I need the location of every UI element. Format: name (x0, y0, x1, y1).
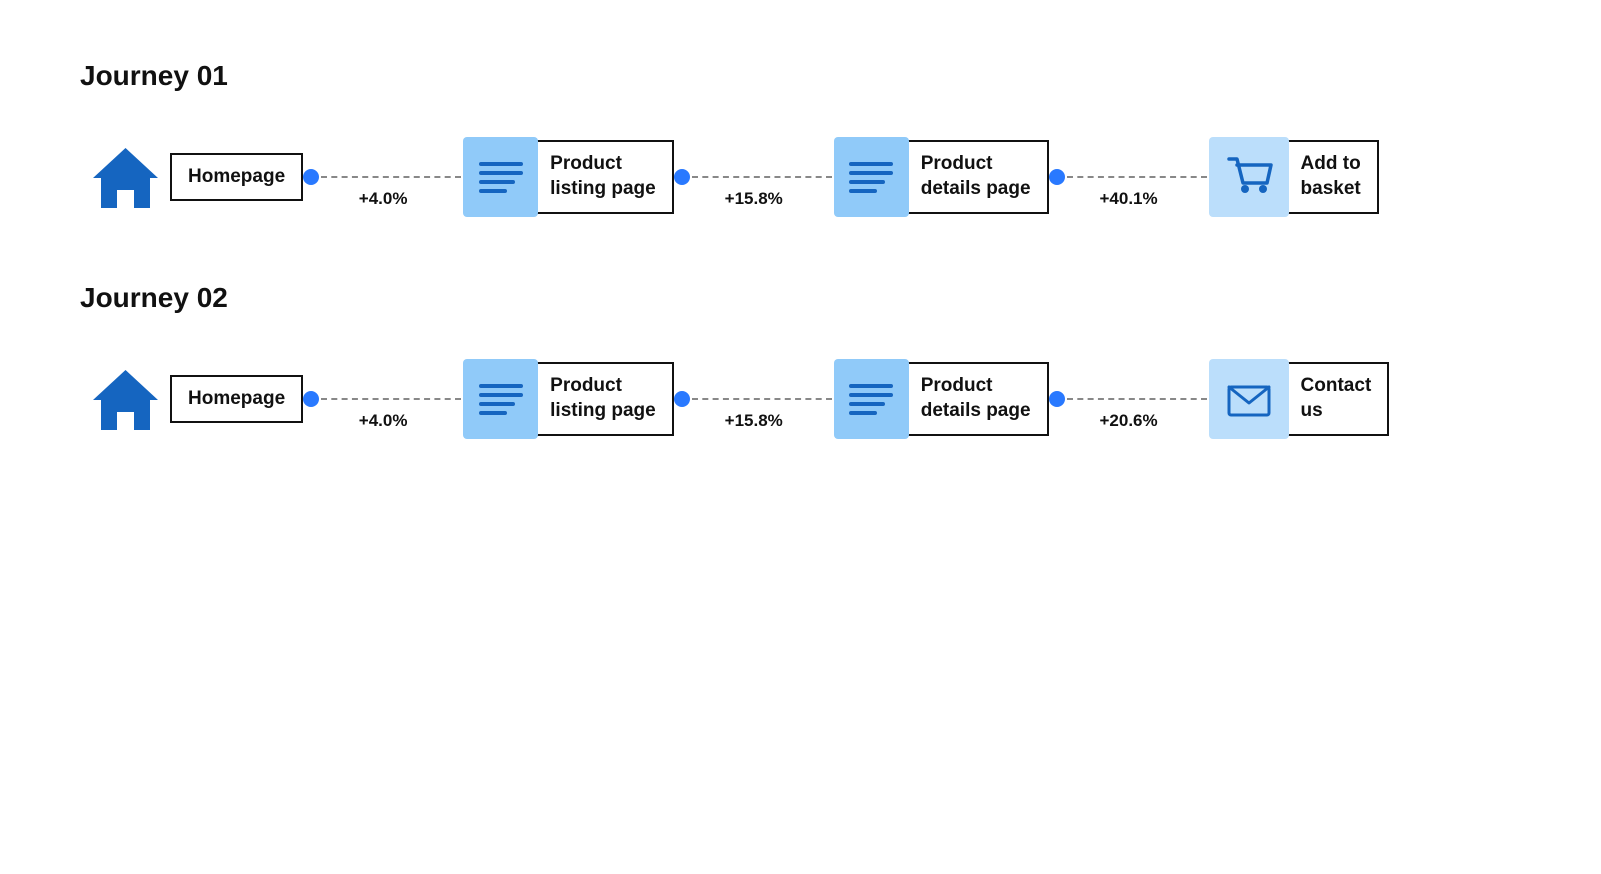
connector-j2-1: +4.0% (303, 389, 463, 409)
journey-02-node-contact: Contactus (1209, 359, 1390, 439)
connector-line-j2-3 (1067, 398, 1207, 400)
connector-percent-1: +4.0% (359, 189, 408, 209)
journey-01-section: Journey 01 Homepage +4.0% (80, 60, 1521, 222)
contact-label: Contactus (1283, 362, 1390, 435)
cart-icon (1209, 137, 1289, 217)
journey-02-title: Journey 02 (80, 282, 1521, 314)
connector-percent-j2-2: +15.8% (725, 411, 783, 431)
email-icon (1209, 359, 1289, 439)
listing-page-icon-2 (463, 359, 538, 439)
details-page-label: Productdetails page (903, 140, 1049, 213)
connector-line-j2-2 (692, 398, 832, 400)
journey-02-flow: Homepage +4.0% Productlisting page (80, 354, 1521, 444)
journey-01-flow: Homepage +4.0% Productlisting page (80, 132, 1521, 222)
home-icon (80, 132, 170, 222)
details-page-label-2: Productdetails page (903, 362, 1049, 435)
listing-page-label: Productlisting page (532, 140, 674, 213)
journey-02-node-listing: Productlisting page (463, 359, 674, 439)
connector-percent-j2-3: +20.6% (1099, 411, 1157, 431)
connector-j2-3: +20.6% (1049, 389, 1209, 409)
journey-02-node-details: Productdetails page (834, 359, 1049, 439)
details-page-icon-2 (834, 359, 909, 439)
homepage-label: Homepage (170, 153, 303, 202)
connector-line-2 (692, 176, 832, 178)
journey-02-section: Journey 02 Homepage +4.0% (80, 282, 1521, 444)
connector-dot-3 (1049, 169, 1065, 185)
home-icon-2 (80, 354, 170, 444)
connector-dot-j2-2 (674, 391, 690, 407)
journey-01-node-details: Productdetails page (834, 137, 1049, 217)
listing-page-icon (463, 137, 538, 217)
connector-1: +4.0% (303, 167, 463, 187)
homepage-label-2: Homepage (170, 375, 303, 424)
journey-02-node-homepage: Homepage (80, 354, 303, 444)
connector-percent-2: +15.8% (725, 189, 783, 209)
connector-j2-2: +15.8% (674, 389, 834, 409)
basket-label: Add tobasket (1283, 140, 1379, 213)
connector-3: +40.1% (1049, 167, 1209, 187)
connector-dot-j2-1 (303, 391, 319, 407)
connector-dot-j2-3 (1049, 391, 1065, 407)
connector-dot-2 (674, 169, 690, 185)
connector-line-j2-1 (321, 398, 461, 400)
journey-01-node-basket: Add tobasket (1209, 137, 1379, 217)
connector-dot-1 (303, 169, 319, 185)
journey-01-node-listing: Productlisting page (463, 137, 674, 217)
connector-2: +15.8% (674, 167, 834, 187)
connector-line-3 (1067, 176, 1207, 178)
journey-01-title: Journey 01 (80, 60, 1521, 92)
connector-percent-3: +40.1% (1099, 189, 1157, 209)
details-page-icon (834, 137, 909, 217)
connector-line-1 (321, 176, 461, 178)
journey-01-node-homepage: Homepage (80, 132, 303, 222)
listing-page-label-2: Productlisting page (532, 362, 674, 435)
connector-percent-j2-1: +4.0% (359, 411, 408, 431)
